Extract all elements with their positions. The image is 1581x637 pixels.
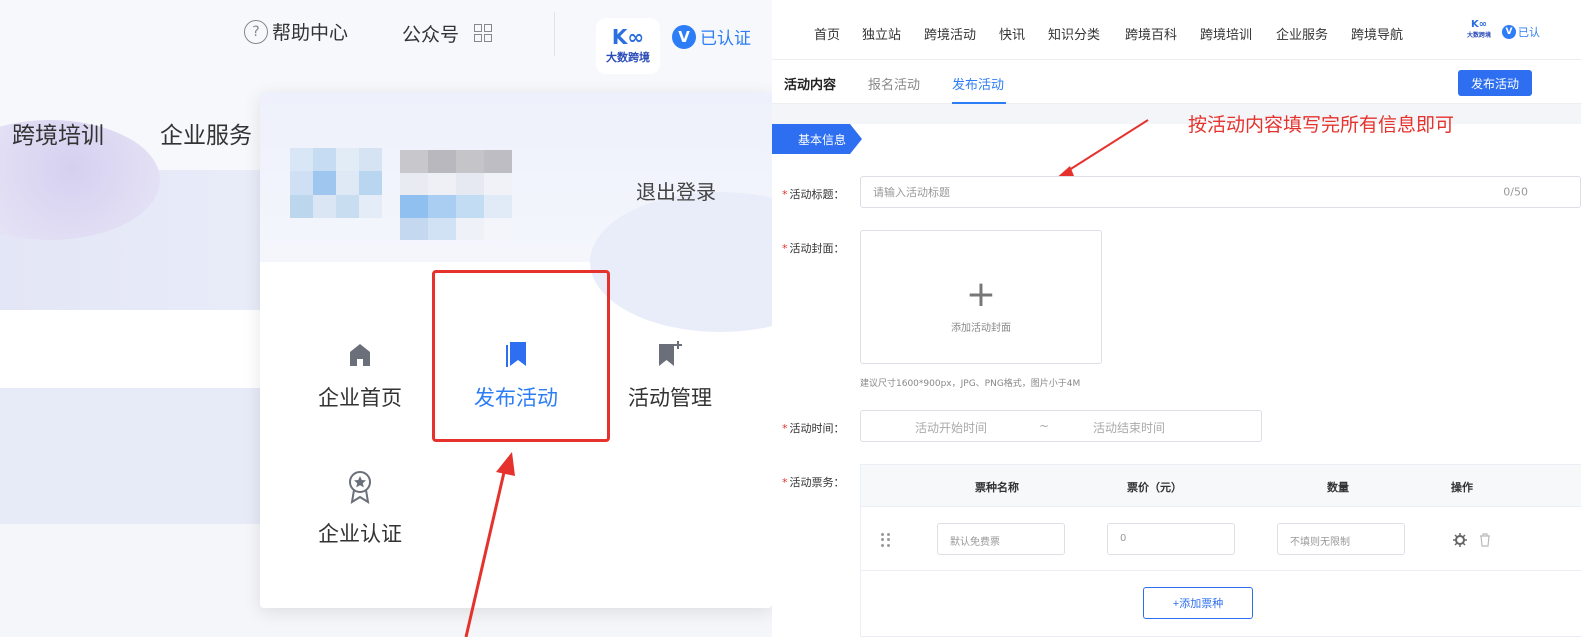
- tab-registered-activities[interactable]: 报名活动: [868, 74, 920, 93]
- publish-activity-button[interactable]: 发布活动: [1458, 70, 1532, 96]
- nav-item-services[interactable]: 企业服务: [160, 116, 252, 150]
- ticket-table-header: 票种名称 票价（元） 数量 操作: [861, 465, 1581, 507]
- company-logo[interactable]: K∞ 大数跨境: [1466, 20, 1492, 42]
- start-time-placeholder: 活动开始时间: [915, 421, 988, 435]
- logo-mark: K∞: [611, 25, 645, 49]
- ticket-label: * 活动票务：: [782, 476, 845, 489]
- section-spacer: [772, 104, 1581, 124]
- ticket-quantity-input[interactable]: 不填则无限制: [1277, 523, 1405, 555]
- verified-icon: V: [672, 24, 696, 49]
- section-basic-info: 基本信息: [772, 124, 862, 154]
- gear-icon[interactable]: [1453, 533, 1467, 547]
- user-dropdown-menu: 退出登录 企业首页 发布活动 活动管理 企业认证: [260, 92, 772, 608]
- nav-item-home[interactable]: 首页: [814, 24, 840, 43]
- cover-label: * 活动封面：: [782, 242, 845, 255]
- company-logo[interactable]: K∞ 大数跨境: [596, 18, 660, 74]
- right-panel: 首页 独立站 跨境活动 快讯 知识分类 跨境百科 跨境培训 企业服务 跨境导航 …: [772, 0, 1581, 637]
- nav-item-independent-site[interactable]: 独立站: [862, 24, 901, 43]
- official-account-link[interactable]: 公众号: [402, 20, 459, 47]
- cover-upload-label: 添加活动封面: [951, 323, 1011, 334]
- date-range-picker[interactable]: 活动开始时间 ~ 活动结束时间: [860, 410, 1262, 442]
- nav-item-services[interactable]: 企业服务: [1276, 24, 1328, 43]
- end-time-placeholder: 活动结束时间: [1093, 421, 1166, 435]
- drag-handle-icon[interactable]: [881, 533, 891, 547]
- help-center-link[interactable]: ? 帮助中心: [244, 18, 348, 45]
- qr-code-icon[interactable]: [474, 24, 492, 42]
- nav-item-news[interactable]: 快讯: [999, 24, 1025, 43]
- title-placeholder: 请输入活动标题: [873, 186, 950, 199]
- dropdown-header: 退出登录: [260, 92, 772, 332]
- title-label: * 活动标题：: [782, 188, 845, 201]
- header-divider: [554, 12, 555, 56]
- menu-item-label: 活动管理: [628, 386, 712, 410]
- title-input[interactable]: 请输入活动标题 0/50: [860, 176, 1581, 208]
- nav-item-training[interactable]: 跨境培训: [1200, 24, 1252, 43]
- plus-icon: +: [965, 274, 997, 315]
- verified-label: 已认证: [700, 29, 751, 49]
- ticket-name-input[interactable]: 默认免费票: [937, 523, 1065, 555]
- logout-link[interactable]: 退出登录: [636, 176, 716, 205]
- trash-icon[interactable]: [1479, 533, 1491, 547]
- logo-mark: K∞: [1470, 19, 1488, 30]
- column-ticket-price: 票价（元）: [1127, 481, 1182, 494]
- cover-upload-box[interactable]: + 添加活动封面: [860, 230, 1102, 364]
- cover-hint: 建议尺寸1600*900px，JPG、PNG格式，图片小于4M: [860, 379, 1081, 389]
- home-icon: [300, 328, 420, 368]
- nav-item-wiki[interactable]: 跨境百科: [1125, 24, 1177, 43]
- nav-item-knowledge[interactable]: 知识分类: [1048, 24, 1100, 43]
- time-label: * 活动时间：: [782, 422, 845, 435]
- nav-item-activities[interactable]: 跨境活动: [924, 24, 976, 43]
- avatar: [290, 148, 382, 218]
- menu-item-company-certification[interactable]: 企业认证: [300, 464, 420, 548]
- instruction-annotation: 按活动内容填写完所有信息即可: [1188, 114, 1455, 136]
- column-ticket-name: 票种名称: [975, 481, 1019, 494]
- tab-publish-activity[interactable]: 发布活动: [952, 74, 1004, 93]
- verified-label: 已认: [1518, 26, 1540, 39]
- menu-item-label: 企业认证: [318, 522, 402, 546]
- verified-badge: V 已认: [1502, 24, 1540, 40]
- add-ticket-button[interactable]: +添加票种: [1143, 587, 1253, 619]
- tab-activity-content[interactable]: 活动内容: [784, 74, 836, 93]
- menu-item-company-home[interactable]: 企业首页: [300, 328, 420, 412]
- screenshot: ? 帮助中心 公众号 K∞ 大数跨境 V 已认证 跨境培训 企业服务 退出登录 …: [0, 0, 1581, 637]
- left-panel: ? 帮助中心 公众号 K∞ 大数跨境 V 已认证 跨境培训 企业服务 退出登录 …: [0, 0, 772, 637]
- ticket-price-input[interactable]: 0: [1107, 523, 1235, 555]
- menu-item-label: 企业首页: [318, 386, 402, 410]
- highlight-box: [432, 270, 610, 442]
- table-row: 默认免费票 0 不填则无限制: [861, 507, 1581, 571]
- header-decoration: [590, 192, 772, 332]
- top-nav: 首页 独立站 跨境活动 快讯 知识分类 跨境百科 跨境培训 企业服务 跨境导航 …: [772, 0, 1581, 60]
- award-icon: [300, 464, 420, 504]
- question-icon: ?: [244, 19, 268, 44]
- verified-icon: V: [1502, 25, 1516, 39]
- range-separator: ~: [1039, 419, 1050, 433]
- title-char-count: 0/50: [1503, 185, 1528, 199]
- column-ticket-quantity: 数量: [1327, 481, 1349, 494]
- logo-name: 大数跨境: [606, 51, 650, 64]
- menu-item-activity-management[interactable]: 活动管理: [610, 328, 730, 412]
- username: [400, 150, 512, 240]
- help-center-label: 帮助中心: [272, 22, 349, 44]
- nav-item-navigation[interactable]: 跨境导航: [1351, 24, 1403, 43]
- ticket-table: 票种名称 票价（元） 数量 操作 默认免费票 0 不填则无限制 +添加票种: [860, 464, 1581, 637]
- bookmark-plus-icon: [610, 328, 730, 368]
- logo-name: 大数跨境: [1466, 32, 1491, 39]
- verified-badge: V 已认证: [672, 24, 751, 49]
- column-ticket-actions: 操作: [1451, 481, 1473, 494]
- nav-item-training[interactable]: 跨境培训: [12, 116, 104, 150]
